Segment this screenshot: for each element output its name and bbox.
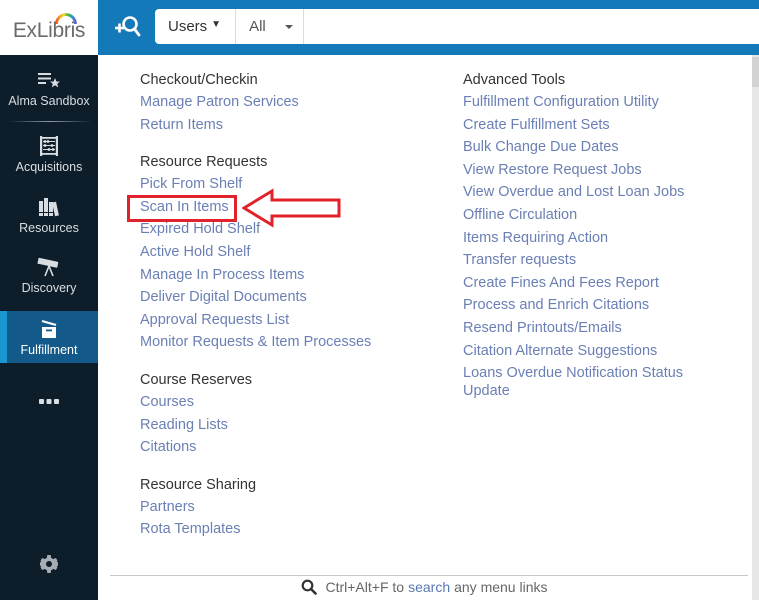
menu-link-offline-circulation[interactable]: Offline Circulation bbox=[463, 204, 703, 227]
menu-link-deliver-digital-documents[interactable]: Deliver Digital Documents bbox=[140, 286, 371, 309]
menu-section-advanced-tools: Advanced Tools Fulfillment Configuration… bbox=[463, 69, 703, 400]
menu-right-column: Advanced Tools Fulfillment Configuration… bbox=[463, 69, 703, 415]
footer-divider bbox=[110, 575, 748, 576]
search-filter-dropdown[interactable]: All bbox=[236, 9, 305, 44]
sidebar-item-label: Discovery bbox=[21, 281, 77, 295]
menu-link-manage-patron-services[interactable]: Manage Patron Services bbox=[140, 91, 371, 114]
menu-link-bulk-change-due-dates[interactable]: Bulk Change Due Dates bbox=[463, 136, 703, 159]
menu-link-pick-from-shelf[interactable]: Pick From Shelf bbox=[140, 173, 371, 196]
logo-rainbow-arc bbox=[54, 12, 77, 24]
menu-link-partners[interactable]: Partners bbox=[140, 496, 371, 519]
list-star-icon bbox=[37, 69, 61, 91]
sidebar-item-more[interactable] bbox=[0, 391, 98, 416]
menu-link-loans-overdue-notification-status-update[interactable]: Loans Overdue Notification Status Update bbox=[463, 362, 703, 400]
menu-scrollbar-thumb[interactable] bbox=[752, 57, 759, 87]
box-open-icon bbox=[39, 318, 59, 340]
persistent-search-toggle-button[interactable] bbox=[112, 13, 142, 41]
sidebar-item-label: Acquisitions bbox=[15, 160, 83, 174]
menu-link-reading-lists[interactable]: Reading Lists bbox=[140, 414, 371, 437]
more-dots-icon bbox=[38, 391, 60, 413]
menu-link-citation-alternate-suggestions[interactable]: Citation Alternate Suggestions bbox=[463, 340, 703, 363]
menu-link-active-hold-shelf[interactable]: Active Hold Shelf bbox=[140, 241, 371, 264]
menu-link-rota-templates[interactable]: Rota Templates bbox=[140, 518, 371, 541]
sidebar-item-discovery[interactable]: Discovery bbox=[0, 256, 98, 295]
menu-section-resource-sharing: Resource Sharing Partners Rota Templates bbox=[140, 474, 371, 541]
menu-link-scan-in-items[interactable]: Scan In Items bbox=[140, 196, 371, 219]
menu-link-approval-requests-list[interactable]: Approval Requests List bbox=[140, 309, 371, 332]
sidebar-item-acquisitions[interactable]: Acquisitions bbox=[0, 135, 98, 174]
sidebar-item-fulfillment[interactable]: Fulfillment bbox=[0, 311, 98, 363]
section-title: Advanced Tools bbox=[463, 72, 566, 88]
menu-link-create-fulfillment-sets[interactable]: Create Fulfillment Sets bbox=[463, 114, 703, 137]
logo-area[interactable]: ExLibris bbox=[0, 0, 98, 55]
abacus-icon bbox=[38, 135, 60, 157]
search-menu-link[interactable]: search bbox=[408, 579, 450, 595]
fulfillment-menu-panel: Checkout/Checkin Manage Patron Services … bbox=[98, 55, 749, 600]
sidebar-item-alma-sandbox[interactable]: Alma Sandbox bbox=[0, 69, 98, 108]
menu-link-transfer-requests[interactable]: Transfer requests bbox=[463, 249, 703, 272]
menu-search-hint: Ctrl+Alt+F to search any menu links bbox=[100, 577, 749, 597]
search-scope-dropdown[interactable]: Users ▼ bbox=[155, 9, 237, 44]
search-icon bbox=[302, 579, 318, 595]
gear-icon bbox=[40, 555, 58, 573]
search-bar: Users ▼ All bbox=[155, 9, 759, 44]
menu-link-items-requiring-action[interactable]: Items Requiring Action bbox=[463, 227, 703, 250]
menu-link-courses[interactable]: Courses bbox=[140, 391, 371, 414]
menu-link-fulfillment-configuration-utility[interactable]: Fulfillment Configuration Utility bbox=[463, 91, 703, 114]
menu-section-resource-requests: Resource Requests Pick From Shelf Scan I… bbox=[140, 151, 371, 354]
menu-scrollbar[interactable] bbox=[752, 55, 759, 600]
sidebar-item-label: Resources bbox=[19, 221, 79, 235]
chevron-down-icon bbox=[285, 25, 294, 29]
menu-section-course-reserves: Course Reserves Courses Reading Lists Ci… bbox=[140, 369, 371, 459]
sidebar-divider bbox=[8, 121, 92, 122]
section-title: Resource Sharing bbox=[140, 476, 257, 493]
sidebar-item-label: Alma Sandbox bbox=[8, 94, 90, 108]
menu-section-checkout-checkin: Checkout/Checkin Manage Patron Services … bbox=[140, 69, 371, 136]
search-hint-prefix: Ctrl+Alt+F to bbox=[325, 579, 405, 595]
search-filter-label: All bbox=[249, 18, 266, 35]
section-title: Checkout/Checkin bbox=[140, 72, 258, 88]
books-icon bbox=[38, 196, 60, 218]
menu-link-process-enrich-citations[interactable]: Process and Enrich Citations bbox=[463, 294, 703, 317]
sidebar-item-label: Fulfillment bbox=[20, 343, 78, 357]
menu-link-manage-in-process-items[interactable]: Manage In Process Items bbox=[140, 264, 371, 287]
menu-link-view-overdue-lost-loan-jobs[interactable]: View Overdue and Lost Loan Jobs bbox=[463, 181, 703, 204]
menu-link-resend-printouts-emails[interactable]: Resend Printouts/Emails bbox=[463, 317, 703, 340]
menu-link-return-items[interactable]: Return Items bbox=[140, 114, 371, 137]
section-title: Resource Requests bbox=[140, 154, 268, 171]
telescope-icon bbox=[37, 256, 61, 278]
search-input[interactable] bbox=[304, 9, 759, 44]
section-title: Course Reserves bbox=[140, 371, 253, 388]
exlibris-logo[interactable]: ExLibris bbox=[13, 12, 85, 43]
menu-link-expired-hold-shelf[interactable]: Expired Hold Shelf bbox=[140, 218, 371, 241]
menu-link-monitor-requests[interactable]: Monitor Requests & Item Processes bbox=[140, 331, 371, 354]
search-scope-label: Users bbox=[168, 18, 208, 35]
plus-search-icon bbox=[115, 16, 141, 37]
menu-link-create-fines-fees-report[interactable]: Create Fines And Fees Report bbox=[463, 272, 703, 295]
caret-down-icon: ▼ bbox=[211, 19, 222, 30]
sidebar-item-resources[interactable]: Resources bbox=[0, 196, 98, 235]
main-sidebar: Alma Sandbox Acquisitions Resources Disc… bbox=[0, 55, 98, 600]
menu-link-citations[interactable]: Citations bbox=[140, 436, 371, 459]
settings-button[interactable] bbox=[38, 553, 60, 575]
menu-left-column: Checkout/Checkin Manage Patron Services … bbox=[140, 69, 371, 556]
search-hint-suffix: any menu links bbox=[454, 579, 548, 595]
menu-link-view-restore-request-jobs[interactable]: View Restore Request Jobs bbox=[463, 159, 703, 182]
